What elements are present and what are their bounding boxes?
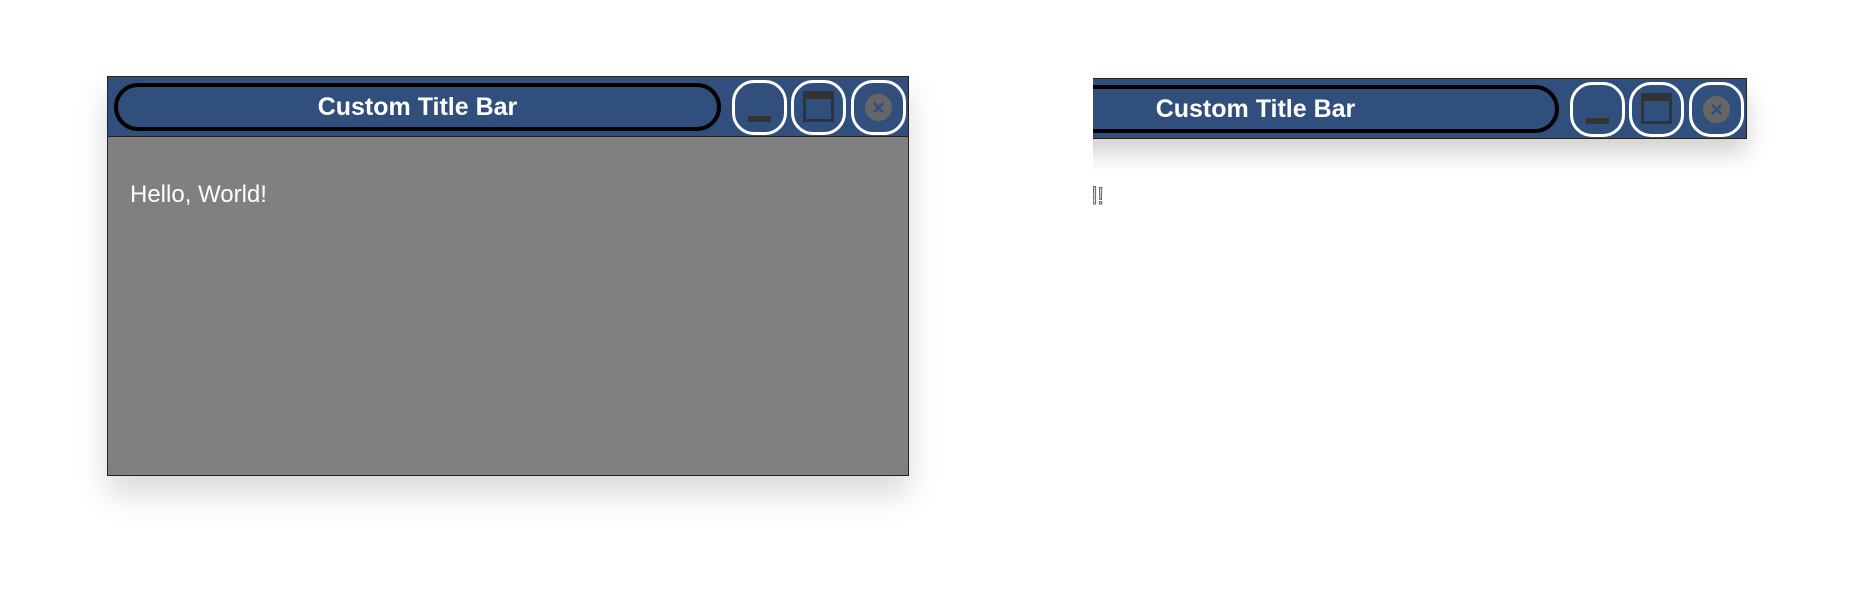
minimize-icon bbox=[1586, 118, 1609, 124]
window-body: Hello, World! bbox=[1093, 139, 1747, 478]
window-title: Custom Title Bar bbox=[114, 83, 721, 131]
title-bar[interactable]: Custom Title Bar × bbox=[1093, 78, 1747, 139]
maximize-icon bbox=[1641, 93, 1672, 124]
clip-region: Hello, World! Custom Title Bar × bbox=[1093, 0, 1850, 608]
content-text: Hello, World! bbox=[1093, 183, 1104, 211]
window-body: Hello, World! bbox=[107, 137, 909, 476]
window-primary: Custom Title Bar × Hello, World! bbox=[107, 76, 909, 476]
window-secondary: Hello, World! Custom Title Bar × bbox=[1093, 78, 1747, 478]
content-text: Hello, World! bbox=[130, 181, 267, 208]
maximize-button[interactable] bbox=[791, 80, 846, 135]
minimize-button[interactable] bbox=[1570, 82, 1625, 137]
window-title: Custom Title Bar bbox=[1093, 85, 1559, 133]
maximize-button[interactable] bbox=[1629, 82, 1684, 137]
close-button[interactable]: × bbox=[851, 80, 906, 135]
minimize-button[interactable] bbox=[732, 80, 787, 135]
minimize-icon bbox=[748, 116, 771, 122]
maximize-icon bbox=[803, 91, 834, 122]
title-bar[interactable]: Custom Title Bar × bbox=[107, 76, 909, 137]
close-icon: × bbox=[865, 94, 892, 121]
close-button[interactable]: × bbox=[1689, 82, 1744, 137]
close-icon: × bbox=[1703, 96, 1730, 123]
